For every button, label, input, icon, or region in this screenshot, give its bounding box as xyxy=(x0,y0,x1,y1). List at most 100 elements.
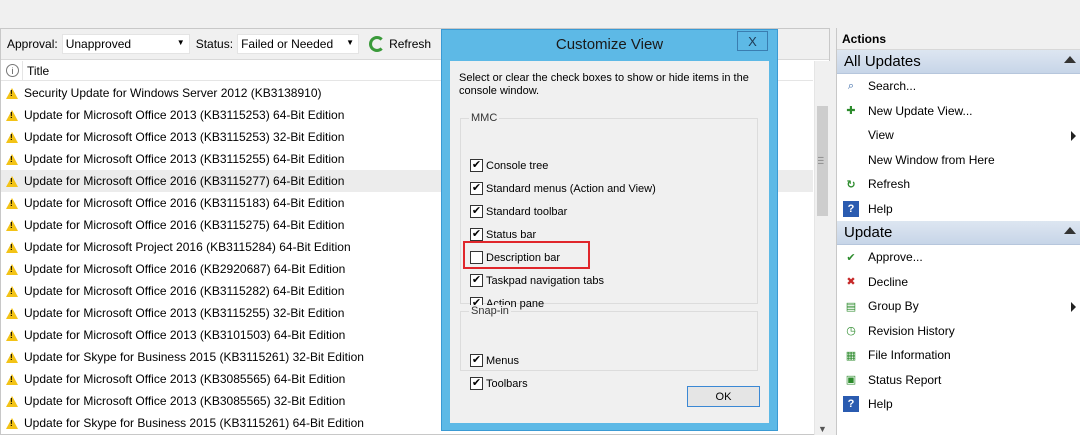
action-label: Help xyxy=(868,201,893,216)
checkbox-row[interactable]: ✔ Standard toolbar xyxy=(470,205,567,218)
refresh-icon: ↻ xyxy=(846,178,856,191)
blank-icon xyxy=(843,152,859,168)
action-item[interactable]: ▦ File Information xyxy=(837,343,1080,368)
action-item[interactable]: ✚ New Update View... xyxy=(837,99,1080,124)
action-label: Group By xyxy=(868,299,919,314)
refresh-icon xyxy=(369,36,386,52)
group-icon: ▤ xyxy=(845,300,857,313)
action-item[interactable]: ? Help xyxy=(837,392,1080,417)
update-title: Update for Microsoft Office 2013 (KB3085… xyxy=(24,394,346,408)
action-item[interactable]: ⌕ Search... xyxy=(837,74,1080,99)
checkbox-row[interactable]: ✔ Taskpad navigation tabs xyxy=(470,274,604,287)
checkbox-label: Menus xyxy=(486,354,520,367)
update-actions: ✔ Approve... ✖ Decline ▤ Group By ◷ Revision Hi… xyxy=(837,245,1080,417)
checkbox-checked[interactable]: ✔ xyxy=(470,182,483,195)
checkbox-label: Standard toolbar xyxy=(486,205,568,218)
warning-icon xyxy=(6,417,18,429)
checkbox-row[interactable]: ✔ Menus xyxy=(470,354,519,367)
warning-icon xyxy=(6,395,18,407)
checkbox-checked[interactable]: ✔ xyxy=(470,159,483,172)
help-icon: ? xyxy=(843,200,859,217)
scroll-down-icon[interactable]: ▼ xyxy=(818,424,827,434)
checkbox-checked[interactable]: ✔ xyxy=(470,274,483,287)
checkbox-label: Status bar xyxy=(486,228,537,241)
update-title: Update for Microsoft Office 2013 (KB3115… xyxy=(24,108,345,122)
checkbox-row[interactable]: ✔ Toolbars xyxy=(470,377,528,390)
warning-icon xyxy=(6,87,18,99)
all-updates-actions: ⌕ Search... ✚ New Update View... View New Win… xyxy=(837,74,1080,221)
warning-icon xyxy=(6,285,18,297)
decline-icon: ✖ xyxy=(846,276,856,289)
chevron-right-icon xyxy=(1071,302,1076,312)
all-updates-section-header[interactable]: All Updates xyxy=(837,50,1080,74)
action-item[interactable]: ✔ Approve... xyxy=(837,245,1080,270)
update-title: Update for Microsoft Office 2016 (KB3115… xyxy=(24,218,345,232)
collapse-icon[interactable] xyxy=(1064,227,1076,234)
update-section-header[interactable]: Update xyxy=(837,221,1080,245)
approval-dropdown[interactable]: Unapproved ▼ xyxy=(61,34,190,54)
close-button[interactable]: X xyxy=(737,31,768,51)
approve-icon: ✔ xyxy=(846,251,856,264)
checkbox-row[interactable]: ✔ Standard menus (Action and View) xyxy=(470,182,656,195)
collapse-icon[interactable] xyxy=(1064,56,1076,63)
action-label: New Update View... xyxy=(868,103,973,118)
ok-button[interactable]: OK xyxy=(687,386,760,407)
checkbox-checked[interactable]: ✔ xyxy=(470,377,483,390)
action-item[interactable]: ✖ Decline xyxy=(837,270,1080,295)
update-title: Update for Microsoft Office 2013 (KB3115… xyxy=(24,306,345,320)
checkbox-row[interactable]: ✔ Status bar xyxy=(470,228,536,241)
dialog-title: Customize View xyxy=(555,36,664,53)
mmc-group-title: MMC xyxy=(469,112,500,124)
action-label: Refresh xyxy=(868,177,911,192)
status-label: Status: xyxy=(195,37,234,51)
checkbox-label: Taskpad navigation tabs xyxy=(486,274,605,287)
action-item[interactable]: ▤ Group By xyxy=(837,294,1080,319)
action-label: New Window from Here xyxy=(868,152,995,167)
highlight-box xyxy=(463,241,590,269)
checkbox-checked[interactable]: ✔ xyxy=(470,228,483,241)
action-item[interactable]: View xyxy=(837,123,1080,148)
update-title: Update for Microsoft Office 2016 (KB3115… xyxy=(24,196,345,210)
file-info-icon: ▦ xyxy=(845,349,857,362)
warning-icon xyxy=(6,131,18,143)
grip-icon: – – – xyxy=(818,152,824,169)
checkbox-label: Console tree xyxy=(486,159,549,172)
warning-icon xyxy=(6,219,18,231)
update-title: Update for Microsoft Project 2016 (KB311… xyxy=(24,240,351,254)
refresh-button[interactable]: Refresh xyxy=(369,36,431,52)
action-item[interactable]: ↻ Refresh xyxy=(837,172,1080,197)
action-item[interactable]: New Window from Here xyxy=(837,148,1080,173)
vertical-scrollbar[interactable]: – – – ▼ xyxy=(814,61,830,435)
update-title: Update xyxy=(844,224,893,241)
action-label: Approve... xyxy=(868,250,923,265)
ok-label: OK xyxy=(715,390,732,403)
title-column-header[interactable]: Title xyxy=(27,64,49,78)
update-title: Security Update for Windows Server 2012 … xyxy=(24,86,322,100)
customize-view-dialog: Customize View X Select or clear the che… xyxy=(441,29,778,431)
all-updates-title: All Updates xyxy=(844,53,921,70)
update-title: Update for Microsoft Office 2013 (KB3115… xyxy=(24,130,345,144)
action-item[interactable]: ▣ Status Report xyxy=(837,368,1080,393)
update-title: Update for Microsoft Office 2016 (KB3115… xyxy=(24,284,345,298)
checkbox-checked[interactable]: ✔ xyxy=(470,354,483,367)
update-title: Update for Microsoft Office 2016 (KB2920… xyxy=(24,262,346,276)
new-view-icon: ✚ xyxy=(846,105,856,118)
report-icon: ▣ xyxy=(845,374,857,387)
history-icon: ◷ xyxy=(846,325,856,338)
checkbox-checked[interactable]: ✔ xyxy=(470,205,483,218)
chevron-right-icon xyxy=(1071,131,1076,141)
approval-label: Approval: xyxy=(7,37,58,51)
checkbox-row[interactable]: ✔ Console tree xyxy=(470,159,548,172)
info-icon[interactable]: i xyxy=(6,64,19,77)
warning-icon xyxy=(6,351,18,363)
action-item[interactable]: ? Help xyxy=(837,197,1080,222)
warning-icon xyxy=(6,109,18,121)
action-item[interactable]: ◷ Revision History xyxy=(837,319,1080,344)
update-title: Update for Microsoft Office 2016 (KB3115… xyxy=(24,174,345,188)
status-dropdown[interactable]: Failed or Needed ▼ xyxy=(237,34,360,54)
action-label: Revision History xyxy=(868,323,955,338)
checkbox-label: Standard menus (Action and View) xyxy=(486,182,656,195)
column-divider[interactable] xyxy=(22,60,23,81)
action-label: Help xyxy=(868,397,893,412)
update-title: Update for Skype for Business 2015 (KB31… xyxy=(24,350,364,364)
